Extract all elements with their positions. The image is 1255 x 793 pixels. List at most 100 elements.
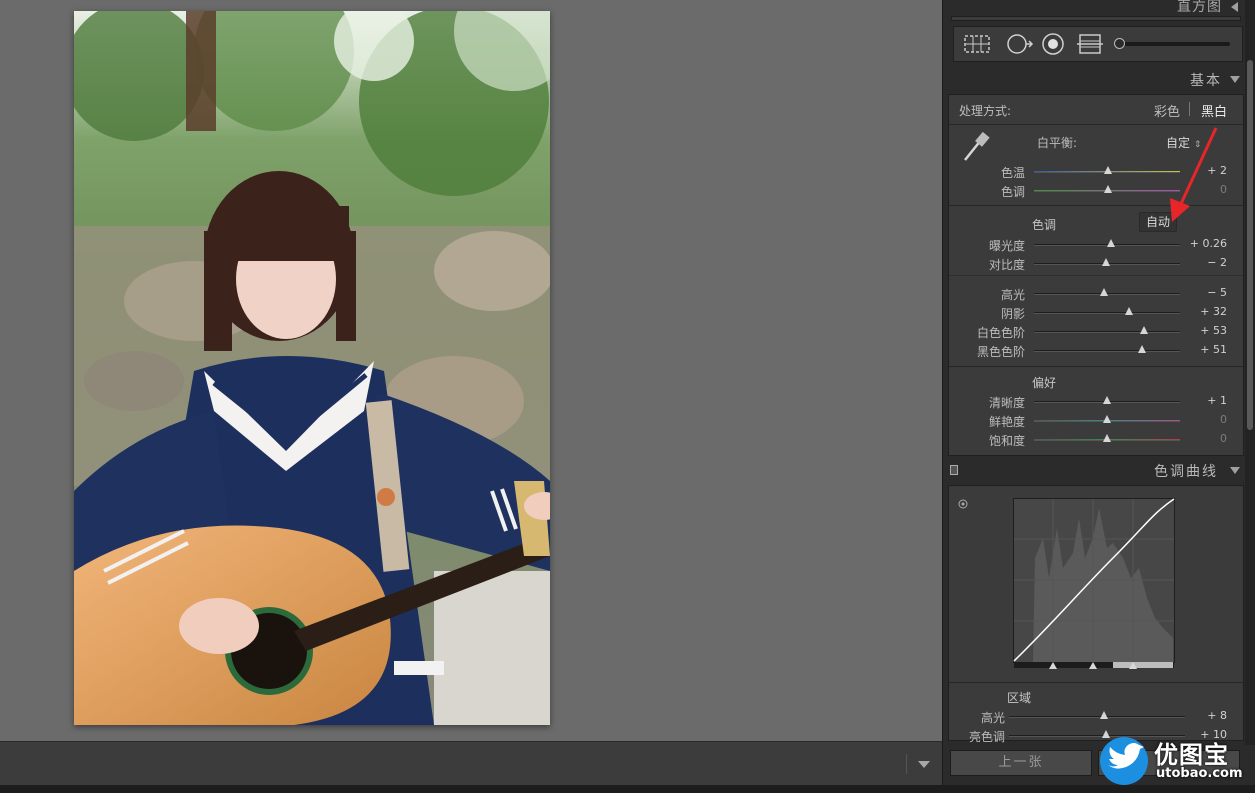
- tone-divider: [949, 275, 1243, 276]
- slider-track[interactable]: [1034, 288, 1180, 296]
- slider-value[interactable]: + 53: [1200, 324, 1227, 337]
- region-divider: [949, 682, 1243, 683]
- slider-thumb[interactable]: [1139, 326, 1148, 334]
- slider-row: 鲜艳度 0: [949, 411, 1243, 430]
- slider-row: 清晰度 + 1: [949, 392, 1243, 411]
- slider-thumb[interactable]: [1104, 185, 1113, 193]
- treatment-color-option[interactable]: 彩色: [1154, 101, 1180, 120]
- slider-thumb[interactable]: [1103, 434, 1111, 442]
- scrollbar-thumb[interactable]: [1247, 60, 1253, 430]
- slider-thumb[interactable]: [1124, 307, 1133, 315]
- slider-row: 白色色阶 + 53: [949, 322, 1243, 341]
- bottom-toolbar: [0, 741, 942, 785]
- crop-overlay-icon[interactable]: [962, 33, 992, 55]
- treatment-separator: [1189, 102, 1190, 116]
- tone-curve-collapse-arrow-icon[interactable]: [1230, 467, 1240, 474]
- slider-row: 曝光度 + 0.26: [949, 235, 1243, 254]
- slider-track[interactable]: [1034, 258, 1180, 266]
- collapse-down-arrow-icon[interactable]: [1230, 76, 1240, 83]
- slider-track[interactable]: [1034, 415, 1180, 423]
- eyedropper-icon[interactable]: [959, 130, 991, 164]
- slider-value[interactable]: − 2: [1207, 256, 1227, 269]
- basic-panel-title: 基本: [1190, 73, 1222, 89]
- red-eye-icon[interactable]: [1040, 33, 1066, 55]
- slider-row: 阴影 + 32: [949, 303, 1243, 322]
- slider-thumb[interactable]: [1100, 288, 1109, 296]
- slider-row: 高光 + 8: [949, 707, 1243, 726]
- presence-divider: [949, 366, 1243, 367]
- watermark: 优图宝 utobao.com: [1098, 733, 1255, 789]
- graduated-filter-icon[interactable]: [1076, 33, 1104, 55]
- slider-track[interactable]: [1034, 185, 1180, 193]
- slider-value[interactable]: + 32: [1200, 305, 1227, 318]
- slider-label: 亮色调: [968, 730, 1005, 744]
- slider-track[interactable]: [1034, 326, 1180, 334]
- tone-curve-title: 色调曲线: [1154, 464, 1218, 480]
- basic-panel-header[interactable]: 基本: [948, 68, 1244, 90]
- panel-toggle-switch[interactable]: [950, 465, 958, 475]
- slider-thumb[interactable]: [1101, 258, 1110, 266]
- photo-preview[interactable]: [74, 11, 550, 725]
- histogram-display: [951, 16, 1241, 21]
- presence-slider-list: 清晰度 + 1 鲜艳度 0 饱和度 0: [949, 392, 1243, 449]
- panel-scrollbar[interactable]: [1245, 0, 1255, 745]
- tone-curve-graph[interactable]: [1013, 498, 1177, 670]
- slider-value[interactable]: 0: [1220, 432, 1227, 445]
- targeted-adjustment-icon[interactable]: [957, 498, 969, 510]
- slider-thumb[interactable]: [1104, 166, 1113, 174]
- slider-track[interactable]: [1034, 239, 1180, 247]
- slider-thumb[interactable]: [1103, 415, 1111, 423]
- slider-row: 高光 − 5: [949, 284, 1243, 303]
- slider-row: 黑色色阶 + 51: [949, 341, 1243, 360]
- slider-track[interactable]: [1034, 307, 1180, 315]
- slider-track[interactable]: [1034, 434, 1180, 442]
- treatment-bw-option[interactable]: 黑白: [1201, 101, 1227, 120]
- slider-label: 白色色阶: [976, 326, 1025, 340]
- slider-track[interactable]: [1034, 166, 1180, 174]
- slider-label: 鲜艳度: [988, 415, 1025, 429]
- white-balance-label: 白平衡:: [1037, 136, 1078, 150]
- slider-thumb[interactable]: [1100, 711, 1109, 719]
- slider-track[interactable]: [1034, 345, 1180, 353]
- slider-value[interactable]: + 1: [1207, 394, 1227, 407]
- tone-curve-header[interactable]: 色调曲线: [948, 460, 1244, 482]
- tone-title: 色调: [1032, 218, 1057, 232]
- collapse-left-arrow-icon[interactable]: [1231, 2, 1238, 12]
- window-bottom-edge: [0, 785, 1255, 793]
- tone-slider-list: 曝光度 + 0.26 对比度 − 2: [949, 235, 1243, 273]
- slider-thumb[interactable]: [1138, 345, 1147, 353]
- toolbar-separator: [906, 754, 907, 774]
- watermark-domain: utobao.com: [1156, 766, 1243, 781]
- slider-label: 高光: [980, 711, 1005, 725]
- adjustment-brush-slider[interactable]: [1114, 38, 1230, 49]
- slider-label: 曝光度: [988, 239, 1025, 253]
- toolbar-menu-arrow-icon[interactable]: [918, 761, 930, 768]
- brush-slider-knob[interactable]: [1114, 38, 1125, 49]
- slider-label: 阴影: [1000, 307, 1025, 321]
- slider-track[interactable]: [1009, 711, 1185, 719]
- presence-title: 偏好: [1032, 376, 1057, 390]
- tone-curve-body: 区域 高光 + 8 亮色调 + 10: [948, 485, 1244, 744]
- slider-value[interactable]: − 5: [1207, 286, 1227, 299]
- slider-value[interactable]: 0: [1220, 413, 1227, 426]
- prev-photo-button[interactable]: 上一张: [950, 750, 1092, 776]
- slider-value[interactable]: + 51: [1200, 343, 1227, 356]
- red-annotation-arrow-icon: [1170, 127, 1218, 222]
- slider-row: 对比度 − 2: [949, 254, 1243, 273]
- develop-right-panel: 直方图 基本 处理方式: 彩色 黑白 白平衡: 自定 ⇕ 色温 + 2 色调 0…: [942, 0, 1255, 785]
- bird-logo-icon: [1100, 737, 1148, 785]
- watermark-text: 优图宝: [1154, 741, 1229, 769]
- slider-label: 色调: [1000, 185, 1025, 199]
- slider-track[interactable]: [1034, 396, 1180, 404]
- lightroom-develop-window: 直方图 基本 处理方式: 彩色 黑白 白平衡: 自定 ⇕ 色温 + 2 色调 0…: [0, 0, 1255, 793]
- treatment-label: 处理方式:: [959, 104, 1012, 118]
- photo-image: [74, 11, 550, 725]
- spot-removal-icon[interactable]: [1004, 33, 1034, 55]
- treatment-row: 处理方式: 彩色 黑白: [949, 95, 1243, 125]
- slider-label: 饱和度: [988, 434, 1025, 448]
- slider-value[interactable]: + 0.26: [1190, 237, 1227, 250]
- slider-value[interactable]: + 8: [1207, 709, 1227, 722]
- slider-thumb[interactable]: [1103, 396, 1111, 404]
- slider-label: 黑色色阶: [976, 345, 1025, 359]
- slider-thumb[interactable]: [1107, 239, 1116, 247]
